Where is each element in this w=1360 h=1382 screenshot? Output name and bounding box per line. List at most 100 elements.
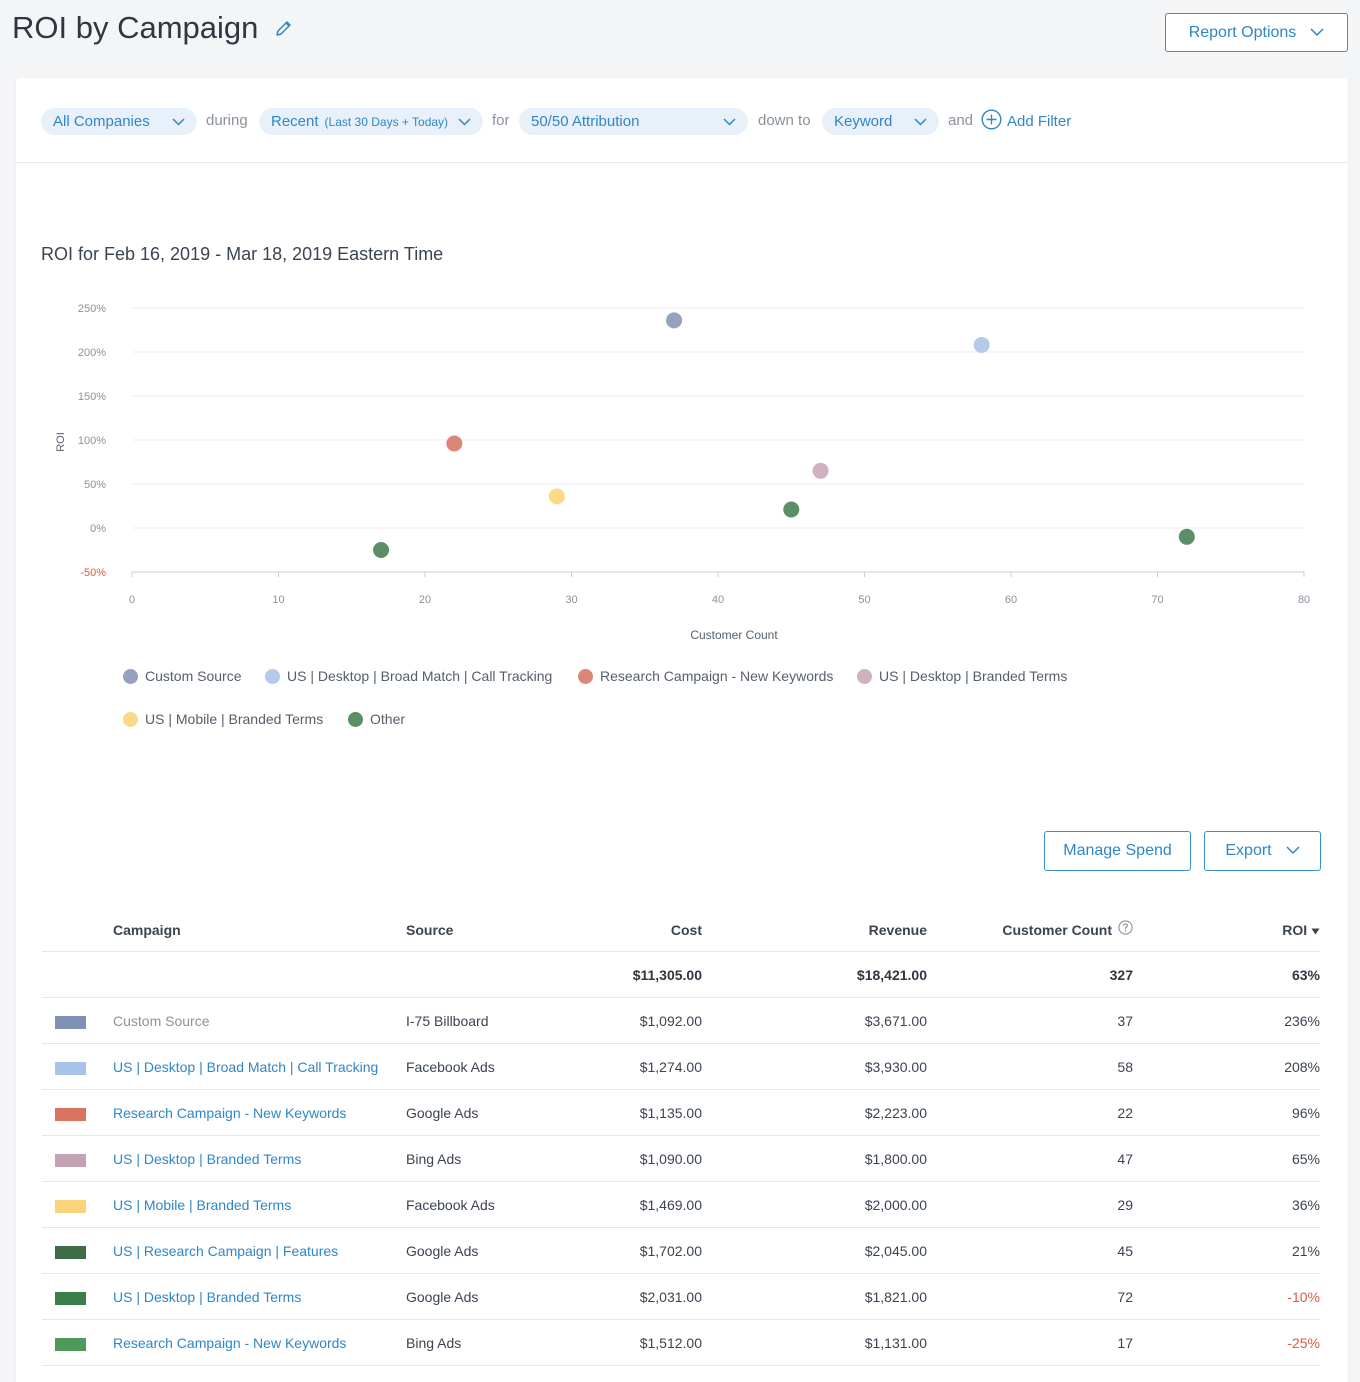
- column-header-cost[interactable]: Cost: [671, 908, 702, 952]
- data-point[interactable]: [666, 312, 683, 329]
- roi-cell: 96%: [1291, 1105, 1320, 1121]
- report-options-button[interactable]: Report Options: [1165, 13, 1348, 52]
- customer-count-cell: 29: [1117, 1197, 1133, 1213]
- chevron-down-icon: [914, 117, 927, 126]
- table-row[interactable]: US | Research Campaign | Features Google …: [42, 1228, 1320, 1274]
- attribution-filter[interactable]: 50/50 Attribution: [519, 108, 748, 135]
- roi-table: Campaign Source Cost Revenue Customer Co…: [42, 908, 1320, 1366]
- y-tick-label: 100%: [78, 435, 106, 447]
- report-options-label: Report Options: [1188, 23, 1297, 41]
- revenue-cell: $3,930.00: [864, 1059, 927, 1075]
- source-cell: Google Ads: [406, 1243, 479, 1259]
- campaign-cell: Custom Source: [113, 1013, 210, 1029]
- data-point[interactable]: [446, 435, 463, 452]
- revenue-cell: $2,223.00: [864, 1105, 927, 1121]
- column-header-revenue[interactable]: Revenue: [869, 908, 927, 952]
- total-cost: $11,305.00: [632, 967, 702, 983]
- period-filter-detail: (Last 30 Days + Today): [324, 114, 449, 129]
- data-point[interactable]: [783, 501, 800, 518]
- add-filter-button[interactable]: Add Filter: [981, 109, 1071, 134]
- cost-cell: $1,274.00: [639, 1059, 702, 1075]
- customer-count-cell: 72: [1117, 1289, 1133, 1305]
- company-filter[interactable]: All Companies: [41, 108, 197, 135]
- roi-cell: 208%: [1284, 1059, 1320, 1075]
- customer-count-header-label: Customer Count: [1002, 922, 1112, 938]
- table-row[interactable]: US | Desktop | Branded Terms Google Ads $2…: [42, 1274, 1320, 1320]
- cost-cell: $1,512.00: [639, 1335, 702, 1351]
- table-body: Custom Source I-75 Billboard $1,092.00 $3,6…: [42, 998, 1320, 1366]
- for-label: for: [492, 112, 510, 129]
- level-filter-label: Keyword: [834, 113, 893, 130]
- campaign-cell[interactable]: US | Desktop | Broad Match | Call Tracki…: [113, 1044, 378, 1090]
- data-point[interactable]: [973, 336, 990, 353]
- legend-item[interactable]: Research Campaign - New Keywords: [578, 668, 833, 684]
- table-row[interactable]: Research Campaign - New Keywords Google A…: [42, 1090, 1320, 1136]
- legend-dot: [123, 668, 138, 684]
- during-label: during: [206, 112, 248, 129]
- data-point[interactable]: [548, 488, 565, 505]
- y-tick-label: 150%: [78, 391, 106, 403]
- table-row[interactable]: Custom Source I-75 Billboard $1,092.00 $3,6…: [42, 998, 1320, 1044]
- column-header-roi[interactable]: ROI: [1282, 908, 1320, 952]
- campaign-cell[interactable]: Research Campaign - New Keywords: [113, 1090, 346, 1136]
- campaign-cell[interactable]: US | Mobile | Branded Terms: [113, 1182, 291, 1228]
- customer-count-cell: 22: [1117, 1105, 1133, 1121]
- source-cell: Facebook Ads: [406, 1059, 495, 1075]
- y-tick-label: 50%: [84, 479, 106, 491]
- total-customer-count: 327: [1109, 967, 1133, 983]
- legend-item[interactable]: Custom Source: [123, 668, 241, 684]
- pencil-icon[interactable]: [274, 18, 294, 38]
- x-tick-label: 70: [1151, 594, 1163, 606]
- roi-cell: 236%: [1284, 1013, 1320, 1029]
- table-row[interactable]: US | Mobile | Branded Terms Facebook Ads $…: [42, 1182, 1320, 1228]
- page-title-text: ROI by Campaign: [12, 10, 259, 45]
- customer-count-cell: 47: [1117, 1151, 1133, 1167]
- series-color-swatch: [55, 1320, 86, 1366]
- roi-header-label: ROI: [1282, 922, 1308, 938]
- legend-dot: [123, 711, 138, 727]
- y-tick-label: 250%: [78, 303, 106, 315]
- legend-label: US | Desktop | Broad Match | Call Tracki…: [287, 668, 553, 684]
- revenue-cell: $2,045.00: [864, 1243, 927, 1259]
- source-cell: Facebook Ads: [406, 1197, 495, 1213]
- down-to-label: down to: [758, 112, 811, 129]
- plus-circle-icon: [981, 109, 1002, 134]
- campaign-cell[interactable]: Research Campaign - New Keywords: [113, 1320, 346, 1366]
- legend-item[interactable]: Other: [348, 711, 405, 727]
- column-header-customer-count[interactable]: Customer Count: [1002, 908, 1133, 952]
- table-row[interactable]: US | Desktop | Broad Match | Call Tracki…: [42, 1044, 1320, 1090]
- series-color-swatch: [55, 1182, 86, 1228]
- legend-item[interactable]: US | Desktop | Broad Match | Call Tracki…: [265, 668, 552, 684]
- legend-dot: [265, 668, 280, 684]
- level-filter[interactable]: Keyword: [822, 108, 939, 135]
- data-point[interactable]: [373, 542, 390, 558]
- legend-item[interactable]: US | Mobile | Branded Terms: [123, 711, 323, 727]
- table-header-row: Campaign Source Cost Revenue Customer Co…: [42, 908, 1320, 952]
- data-point[interactable]: [812, 462, 829, 479]
- x-tick-label: 80: [1298, 594, 1310, 606]
- export-button[interactable]: Export: [1204, 831, 1321, 871]
- period-filter-label: Recent: [271, 113, 319, 130]
- column-header-campaign[interactable]: Campaign: [113, 908, 181, 952]
- sort-down-icon: [1311, 922, 1320, 938]
- series-color-swatch: [55, 1090, 86, 1136]
- campaign-cell[interactable]: US | Desktop | Branded Terms: [113, 1136, 301, 1182]
- campaign-cell[interactable]: US | Desktop | Branded Terms: [113, 1274, 301, 1320]
- column-header-source[interactable]: Source: [406, 908, 453, 952]
- series-color-swatch: [55, 1044, 86, 1090]
- table-row[interactable]: US | Desktop | Branded Terms Bing Ads $1,0…: [42, 1136, 1320, 1182]
- help-icon[interactable]: [1118, 908, 1133, 952]
- legend-label: US | Mobile | Branded Terms: [145, 711, 324, 727]
- campaign-cell[interactable]: US | Research Campaign | Features: [113, 1228, 338, 1274]
- data-point[interactable]: [1178, 528, 1195, 545]
- manage-spend-button[interactable]: Manage Spend: [1044, 831, 1191, 871]
- roi-cell: -10%: [1287, 1289, 1320, 1305]
- roi-scatter-chart: 250% 200% 150% 100% 50% 0% -50% 0 10 20 30 40 50 60 70…: [55, 303, 1310, 642]
- period-filter[interactable]: Recent (Last 30 Days + Today): [259, 108, 483, 135]
- source-cell: Bing Ads: [406, 1151, 462, 1167]
- legend-item[interactable]: US | Desktop | Branded Terms: [857, 668, 1067, 684]
- y-axis-label: ROI: [55, 432, 67, 452]
- table-row[interactable]: Research Campaign - New Keywords Bing Ads…: [42, 1320, 1320, 1366]
- roi-cell: -25%: [1287, 1335, 1320, 1351]
- report-card: All Companies during Recent (Last 30 Day…: [16, 78, 1348, 1382]
